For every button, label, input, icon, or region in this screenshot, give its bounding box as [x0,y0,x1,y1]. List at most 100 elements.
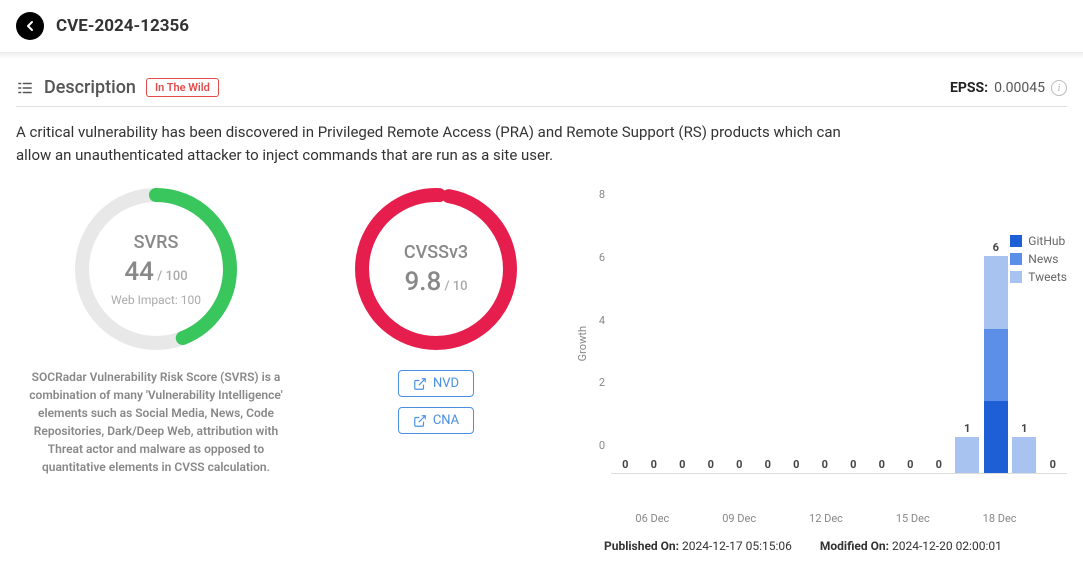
published-value: 2024-12-17 05:15:06 [682,539,792,553]
bar-group: 0 [727,184,751,473]
panels-row: SVRS 44 / 100 Web Impact: 100 SOCRadar V… [16,184,1067,553]
nvd-link-button[interactable]: NVD [398,370,474,397]
published-on: Published On: 2024-12-17 05:15:06 [604,539,792,553]
legend-item-github: GitHub [1010,234,1067,248]
published-label: Published On: [604,539,679,553]
x-tick [780,512,804,525]
description-text: A critical vulnerability has been discov… [16,121,876,166]
modified-label: Modified On: [820,539,889,553]
x-tick: 15 Dec [896,512,920,525]
bar-news [984,329,1008,401]
bar-group: 1 [955,184,979,473]
cna-link-button[interactable]: CNA [398,407,474,434]
bar-total-label: 0 [736,458,742,471]
x-tick: 09 Dec [722,512,746,525]
legend-label-news: News [1028,252,1058,266]
svrs-value-row: 44 / 100 [124,257,187,287]
growth-chart: Growth 86420 0000000000001610 [576,184,1067,504]
x-tick [1012,512,1036,525]
bar-total-label: 0 [708,458,714,471]
svrs-title: SVRS [134,232,179,253]
nvd-link-label: NVD [433,376,459,391]
y-tick: 4 [593,314,605,327]
bar-total-label: 0 [907,458,913,471]
svrs-panel: SVRS 44 / 100 Web Impact: 100 SOCRadar V… [16,184,296,476]
bar-group: 0 [699,184,723,473]
chart-legend: GitHub News Tweets [1010,234,1067,288]
cvss-value: 9.8 [404,267,441,297]
bar-group: 0 [841,184,865,473]
bar-group: 0 [613,184,637,473]
bar-total-label: 1 [964,422,970,435]
y-tick: 0 [593,439,605,452]
description-heading: Description [44,77,136,98]
x-tick [1041,512,1065,525]
svrs-note: SOCRadar Vulnerability Risk Score (SVRS)… [16,368,296,476]
cvss-max: / 10 [441,279,467,294]
chart-plot-area: 0000000000001610 [611,184,1067,474]
bar-group: 0 [642,184,666,473]
svrs-max: / 100 [154,269,188,284]
y-tick: 2 [593,376,605,389]
y-tick: 6 [593,251,605,264]
bar-group: 0 [784,184,808,473]
growth-chart-panel: Growth 86420 0000000000001610 06 Dec09 D… [576,184,1067,553]
cvss-title: CVSSv3 [404,242,468,263]
bar-tweets [984,256,1008,328]
svrs-web-impact: Web Impact: 100 [111,293,201,307]
info-icon[interactable]: i [1051,80,1067,96]
bars-container: 0000000000001610 [611,184,1067,473]
svrs-gauge: SVRS 44 / 100 Web Impact: 100 [71,184,241,354]
legend-swatch-tweets [1010,271,1022,283]
legend-item-tweets: Tweets [1010,270,1067,284]
cvss-value-row: 9.8 / 10 [404,267,467,297]
x-tick: 12 Dec [809,512,833,525]
bar-group: 0 [1041,184,1065,473]
bar-github [984,401,1008,473]
bar-group: 0 [927,184,951,473]
y-tick: 8 [593,188,605,201]
bar-total-label: 0 [679,458,685,471]
x-tick: 06 Dec [635,512,659,525]
bar-group: 0 [870,184,894,473]
bar-tweets [955,437,979,473]
bar-total-label: 6 [993,241,999,254]
bar-total-label: 0 [850,458,856,471]
bar-total-label: 0 [651,458,657,471]
bar-total-label: 0 [765,458,771,471]
legend-label-github: GitHub [1028,234,1065,248]
x-tick [693,512,717,525]
epss-display: EPSS: 0.00045 i [950,80,1067,96]
description-header-row: Description In The Wild EPSS: 0.00045 i [16,77,1067,107]
back-button[interactable] [16,12,44,40]
cve-id-title: CVE-2024-12356 [56,16,189,36]
cvss-gauge: CVSSv3 9.8 / 10 [351,184,521,354]
bar-group: 0 [756,184,780,473]
bar-group: 0 [898,184,922,473]
x-tick [838,512,862,525]
footer-dates: Published On: 2024-12-17 05:15:06 Modifi… [576,539,1067,553]
x-tick [664,512,688,525]
description-header-left: Description In The Wild [16,77,219,98]
cvss-panel: CVSSv3 9.8 / 10 NVD CNA [316,184,556,434]
x-tick: 18 Dec [983,512,1007,525]
bar-total-label: 0 [822,458,828,471]
legend-item-news: News [1010,252,1067,266]
epss-label: EPSS: [950,80,988,96]
svrs-gauge-center: SVRS 44 / 100 Web Impact: 100 [71,184,241,354]
cna-link-label: CNA [433,413,459,428]
page-header: CVE-2024-12356 [0,0,1083,53]
y-axis-label: Growth [576,326,589,361]
bar-group: 1 [1012,184,1036,473]
arrow-left-icon [22,18,38,34]
list-icon [16,79,34,97]
bar-group: 0 [670,184,694,473]
x-tick [867,512,891,525]
bar-total-label: 0 [936,458,942,471]
bar-tweets [1012,437,1036,473]
bar-group: 0 [813,184,837,473]
cvss-link-buttons: NVD CNA [316,370,556,434]
x-tick [954,512,978,525]
legend-swatch-github [1010,235,1022,247]
bar-total-label: 0 [879,458,885,471]
